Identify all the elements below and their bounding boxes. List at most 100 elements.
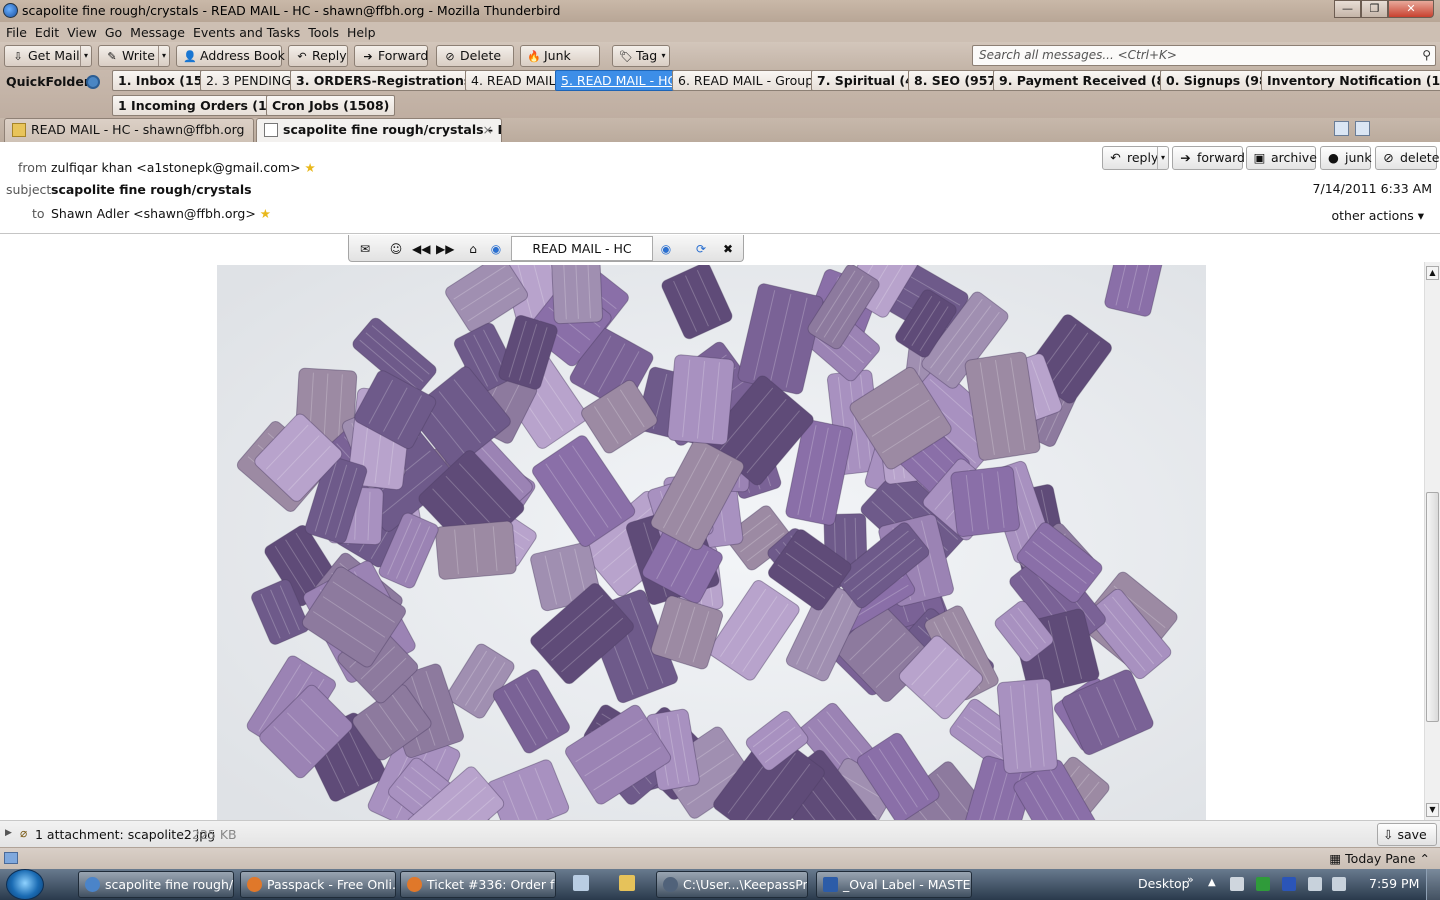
scroll-thumb[interactable] bbox=[1426, 492, 1439, 722]
header-junk-button[interactable]: ● junk bbox=[1320, 146, 1372, 170]
quickfolder-read-mail-hc[interactable]: 5. READ MAIL - HC bbox=[555, 70, 683, 91]
taskbar-thunderbird[interactable]: scapolite fine rough/... bbox=[78, 871, 234, 898]
smiley-icon[interactable]: ☺ bbox=[387, 240, 405, 258]
scapolite-crystals-image bbox=[217, 265, 1206, 820]
taskbar-keepass[interactable]: C:\User...\KeepassPr... bbox=[656, 871, 808, 898]
chevron-icon[interactable]: » bbox=[1187, 873, 1194, 886]
menu-edit[interactable]: Edit bbox=[35, 25, 59, 40]
from-value[interactable]: zulfiqar khan <a1stonepk@gmail.com> ★ bbox=[51, 160, 316, 175]
quickfolder-inbox[interactable]: 1. Inbox (15) bbox=[112, 70, 215, 91]
menu-tools[interactable]: Tools bbox=[308, 25, 339, 40]
tray-expand-icon[interactable]: ▲ bbox=[1208, 877, 1216, 888]
desktop-toolbar[interactable]: Desktop bbox=[1138, 876, 1190, 891]
folder-field[interactable]: READ MAIL - HC bbox=[511, 236, 653, 261]
menu-view[interactable]: View bbox=[67, 25, 97, 40]
gear-icon[interactable] bbox=[86, 75, 100, 89]
taskbar-word[interactable]: _Oval Label - MASTE... bbox=[816, 871, 972, 898]
quickfolder-pending[interactable]: 2. 3 PENDING bbox=[200, 70, 297, 91]
expand-icon[interactable]: ▶ bbox=[5, 828, 12, 838]
address-book-button[interactable]: 👤 Address Book bbox=[176, 45, 285, 67]
reply-icon: ↶ bbox=[297, 50, 307, 63]
close-icon[interactable]: ✖ bbox=[719, 240, 737, 258]
save-icon: ⇩ bbox=[1383, 827, 1394, 842]
taskbar-ticket[interactable]: Ticket #336: Order fr... bbox=[400, 871, 556, 898]
star-icon[interactable]: ★ bbox=[260, 206, 271, 221]
reply-button[interactable]: ↶ Reply bbox=[288, 45, 348, 67]
system-tray: Desktop » ▲ 7:59 PM bbox=[1124, 869, 1440, 900]
chevron-down-icon[interactable]: ▾ bbox=[158, 46, 169, 66]
header-reply-button[interactable]: ↶ reply ▾ bbox=[1102, 146, 1169, 170]
message-date: 7/14/2011 6:33 AM bbox=[1312, 181, 1432, 196]
tray-h-icon[interactable] bbox=[1256, 877, 1270, 891]
title-bar: scapolite fine rough/crystals - READ MAI… bbox=[0, 0, 1440, 22]
scroll-down-icon[interactable]: ▼ bbox=[1426, 803, 1439, 817]
calendar-icon: ▦ bbox=[1329, 851, 1342, 866]
tag-button[interactable]: 🏷 Tag ▾ bbox=[612, 45, 670, 67]
save-attachment-button[interactable]: ⇩ save ▾ bbox=[1377, 823, 1437, 863]
chevron-down-icon[interactable]: ▾ bbox=[1157, 147, 1168, 169]
search-icon[interactable]: ⚲ bbox=[1422, 46, 1431, 65]
taskbar-passpack[interactable]: Passpack - Free Onli... bbox=[240, 871, 396, 898]
today-pane-toggle[interactable]: ▦ Today Pane ⌃ bbox=[1329, 851, 1430, 866]
clock[interactable]: 7:59 PM bbox=[1369, 876, 1419, 891]
search-input[interactable]: Search all messages... <Ctrl+K> ⚲ bbox=[972, 45, 1436, 66]
junk-button[interactable]: 🔥 Junk bbox=[520, 45, 600, 67]
tab-folder-read-mail-hc[interactable]: READ MAIL - HC - shawn@ffbh.org bbox=[4, 118, 254, 142]
delete-button[interactable]: ⊘ Delete bbox=[436, 45, 514, 67]
quickfolder-read-mail-groups[interactable]: 6. READ MAIL - Groups bbox=[672, 70, 826, 91]
thunderbird-window: scapolite fine rough/crystals - READ MAI… bbox=[0, 0, 1440, 900]
attachment-bar: ▶ ⌀ 1 attachment: scapolite2.jpg 225 KB … bbox=[0, 820, 1440, 863]
menu-message[interactable]: Message bbox=[130, 25, 185, 40]
junk-icon: 🔥 bbox=[527, 50, 541, 63]
to-value[interactable]: Shawn Adler <shawn@ffbh.org> ★ bbox=[51, 206, 271, 221]
quickfolder-cron-jobs[interactable]: Cron Jobs (1508) bbox=[266, 95, 396, 116]
close-tab-icon[interactable]: × bbox=[483, 119, 493, 141]
connection-icon bbox=[4, 852, 18, 864]
write-button[interactable]: ✎ Write ▾ bbox=[98, 45, 170, 67]
tab-message-scapolite[interactable]: scapolite fine rough/crystals - RE... × bbox=[256, 118, 502, 142]
next-icon[interactable]: ▶▶ bbox=[436, 240, 454, 258]
scroll-up-icon[interactable]: ▲ bbox=[1426, 266, 1439, 280]
back-icon[interactable]: ◉ bbox=[487, 240, 505, 258]
envelope-icon bbox=[264, 123, 278, 137]
start-button[interactable] bbox=[6, 869, 44, 900]
quickfolder-read-mail[interactable]: 4. READ MAIL bbox=[465, 70, 562, 91]
menu-events-tasks[interactable]: Events and Tasks bbox=[193, 25, 300, 40]
home-icon[interactable]: ⌂ bbox=[464, 240, 482, 258]
tray-v-icon[interactable] bbox=[1282, 877, 1296, 891]
show-desktop-button[interactable] bbox=[1426, 869, 1440, 900]
delete-icon: ⊘ bbox=[445, 50, 455, 63]
calendar-icon[interactable] bbox=[1355, 121, 1370, 136]
get-mail-button[interactable]: ⇩ Get Mail ▾ bbox=[4, 45, 92, 67]
star-icon[interactable]: ★ bbox=[305, 160, 316, 175]
refresh-icon[interactable]: ⟳ bbox=[692, 240, 710, 258]
volume-icon[interactable] bbox=[1332, 877, 1346, 891]
other-actions-menu[interactable]: other actions ▾ bbox=[1331, 208, 1424, 223]
folder-icon bbox=[12, 123, 26, 137]
notepad-icon[interactable] bbox=[573, 875, 589, 891]
maximize-button[interactable]: ❐ bbox=[1361, 0, 1388, 18]
close-button[interactable]: ✕ bbox=[1388, 0, 1434, 18]
quickfolder-inventory-notification[interactable]: Inventory Notification (101) bbox=[1261, 70, 1440, 91]
previous-icon[interactable]: ◀◀ bbox=[412, 240, 430, 258]
minimize-button[interactable]: — bbox=[1334, 0, 1361, 18]
menu-go[interactable]: Go bbox=[105, 25, 122, 40]
attachment-summary[interactable]: 1 attachment: scapolite2.jpg bbox=[35, 827, 215, 842]
header-delete-button[interactable]: ⊘ delete bbox=[1375, 146, 1439, 170]
menu-file[interactable]: File bbox=[6, 25, 27, 40]
envelope-icon[interactable]: ✉ bbox=[356, 240, 374, 258]
layout-icon[interactable] bbox=[1334, 121, 1349, 136]
go-icon[interactable]: ◉ bbox=[657, 240, 675, 258]
forward-button[interactable]: ➔ Forward bbox=[354, 45, 428, 67]
explorer-icon[interactable] bbox=[619, 875, 635, 891]
from-label: from bbox=[18, 160, 48, 175]
header-forward-button[interactable]: ➔ forward bbox=[1172, 146, 1245, 170]
tray-app-icon[interactable] bbox=[1230, 877, 1244, 891]
quickfolders-label: QuickFolders bbox=[6, 74, 98, 89]
forward-icon: ➔ bbox=[1180, 150, 1191, 165]
vertical-scrollbar[interactable]: ▲ ▼ bbox=[1424, 262, 1440, 820]
chevron-down-icon[interactable]: ▾ bbox=[80, 46, 91, 66]
menu-help[interactable]: Help bbox=[347, 25, 376, 40]
header-archive-button[interactable]: ▣ archive bbox=[1246, 146, 1317, 170]
network-icon[interactable] bbox=[1308, 877, 1322, 891]
